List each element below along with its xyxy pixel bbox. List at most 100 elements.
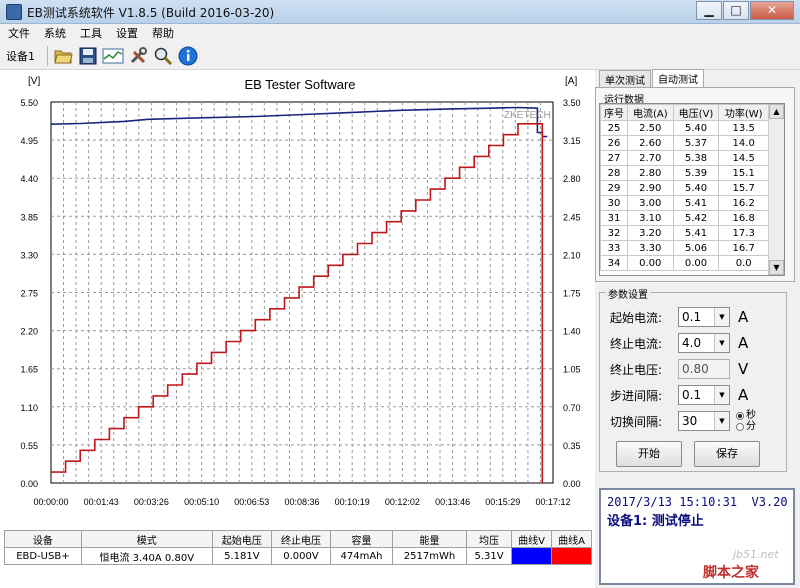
tab-body: 运行数据 序号 电流(A) 电压(V) 功率(W) 25 2.50 5.40 13.5… [595,87,795,282]
dropdown-arrow-icon[interactable]: ▼ [714,308,729,326]
chart-area: EB Tester Software [V] [A] 5.50 4.95 4.40 3… [0,70,595,528]
realtime-table: 序号 电流(A) 电压(V) 功率(W) 25 2.50 5.40 13.5 26 2.6… [600,104,769,271]
start-button[interactable]: 开始 [616,441,682,467]
save-button[interactable]: 保存 [694,441,760,467]
window-controls: ▁ □ ✕ [695,1,794,21]
menu-help[interactable]: 帮助 [152,25,174,41]
realtime-cell: 3.30 [626,240,674,256]
summary-cell-energy: 2517mWh [391,547,468,565]
close-button[interactable]: ✕ [750,1,794,20]
realtime-row[interactable]: 25 2.50 5.40 13.5 [600,120,769,136]
realtime-table-container: 序号 电流(A) 电压(V) 功率(W) 25 2.50 5.40 13.5 26 2.6… [599,103,785,276]
realtime-cell: 5.39 [672,165,720,181]
summary-header: 容量 [330,530,393,548]
realtime-row[interactable]: 30 3.00 5.41 16.2 [600,195,769,211]
realtime-row[interactable]: 29 2.90 5.40 15.7 [600,180,769,196]
right-tick-label: 3.15 [563,136,581,146]
realtime-row[interactable]: 28 2.80 5.39 15.1 [600,165,769,181]
realtime-cell: 2.50 [626,120,674,136]
realtime-row[interactable]: 33 3.30 5.06 16.7 [600,240,769,256]
interval-unit-radios: 秒 分 [736,410,756,432]
realtime-cell: 5.40 [672,180,720,196]
left-tick-label: 0.55 [20,441,38,451]
left-tick-label: 5.50 [20,98,38,108]
realtime-scrollbar[interactable]: ▲ ▼ [768,104,784,275]
x-tick-label: 00:13:46 [435,497,470,507]
step-label: 步进间隔: [610,388,663,403]
right-tick-label: 2.80 [563,174,581,184]
realtime-cell: 5.37 [672,135,720,151]
interval-value: 30 [682,414,698,428]
curve-a-color-swatch[interactable] [551,547,592,565]
x-tick-label: 00:12:02 [385,497,420,507]
left-tick-label: 3.85 [20,212,38,222]
right-tick-label: 2.45 [563,212,581,222]
summary-row: EBD-USB+ 恒电流 3.40A 0.80V 5.181V 0.000V 4… [4,547,592,565]
status-datetime: 2017/3/13 15:10:31 [607,495,738,509]
end-current-label: 终止电流: [610,336,663,351]
radio-dot-icon [736,411,744,420]
summary-header: 模式 [80,530,213,548]
x-tick-label: 00:15:29 [485,497,520,507]
realtime-cell: 15.1 [718,165,769,181]
radio-minutes[interactable]: 分 [736,421,756,432]
curve-v-color-swatch[interactable] [511,547,552,565]
right-tick-label: 1.75 [563,289,581,299]
summary-header: 曲线A [551,530,592,548]
tools-icon[interactable] [127,45,149,67]
radio-dot-icon [736,422,744,431]
realtime-cell: 0.00 [626,255,674,271]
start-current-unit: A [738,308,749,326]
x-tick-label: 00:17:12 [535,497,570,507]
x-tick-label: 00:05:10 [184,497,219,507]
step-select[interactable]: 0.1 ▼ [678,385,730,405]
right-tick-label: 0.35 [563,441,581,451]
search-icon[interactable] [152,45,174,67]
summary-cell-device: EBD-USB+ [4,547,82,565]
realtime-row[interactable]: 31 3.10 5.42 16.8 [600,210,769,226]
end-current-select[interactable]: 4.0 ▼ [678,333,730,353]
realtime-row[interactable]: 26 2.60 5.37 14.0 [600,135,769,151]
realtime-row[interactable]: 32 3.20 5.41 17.3 [600,225,769,241]
realtime-cell: 29 [600,180,628,196]
scroll-down-icon[interactable]: ▼ [769,260,784,275]
save-disk-icon[interactable] [77,45,99,67]
menu-tools[interactable]: 工具 [80,25,102,41]
tab-auto-test[interactable]: 自动测试 [652,69,704,87]
dropdown-arrow-icon[interactable]: ▼ [714,412,729,430]
end-voltage-unit: V [738,360,749,378]
dropdown-arrow-icon[interactable]: ▼ [714,334,729,352]
chart-view-icon[interactable] [102,45,124,67]
maximize-button[interactable]: □ [723,1,749,20]
realtime-cell: 33 [600,240,628,256]
step-value: 0.1 [682,388,702,402]
status-message: 设备1: 测试停止 [607,514,704,529]
realtime-cell: 0.00 [672,255,720,271]
status-panel: 2017/3/13 15:10:31 V3.20 设备1: 测试停止 jb51.… [599,488,795,585]
start-current-select[interactable]: 0.1 ▼ [678,307,730,327]
left-tick-label: 2.20 [20,327,38,337]
menu-system[interactable]: 系统 [44,25,66,41]
realtime-row[interactable]: 27 2.70 5.38 14.5 [600,150,769,166]
scroll-up-icon[interactable]: ▲ [769,104,784,119]
left-axis-unit: [V] [28,76,40,87]
x-tick-label: 00:10:19 [335,497,370,507]
open-folder-icon[interactable] [52,45,74,67]
menu-bar: 文件 系统 工具 设置 帮助 [0,24,800,42]
menu-settings[interactable]: 设置 [116,25,138,41]
interval-select[interactable]: 30 ▼ [678,411,730,431]
info-icon[interactable] [177,45,199,67]
x-tick-label: 00:08:36 [284,497,319,507]
realtime-row[interactable]: 34 0.00 0.00 0.0 [600,255,769,271]
realtime-cell: 2.90 [626,180,674,196]
end-voltage-field[interactable]: 0.80 [678,359,730,379]
device-selector[interactable]: 设备1 [6,48,35,64]
minimize-button[interactable]: ▁ [696,1,722,20]
menu-file[interactable]: 文件 [8,25,30,41]
dropdown-arrow-icon[interactable]: ▼ [714,386,729,404]
site-watermark: jb51.net [733,548,779,561]
right-tick-label: 1.40 [563,327,581,337]
tab-single-test[interactable]: 单次测试 [599,70,651,87]
radio-seconds[interactable]: 秒 [736,410,756,421]
mode-tabs: 单次测试 自动测试 [599,69,705,87]
